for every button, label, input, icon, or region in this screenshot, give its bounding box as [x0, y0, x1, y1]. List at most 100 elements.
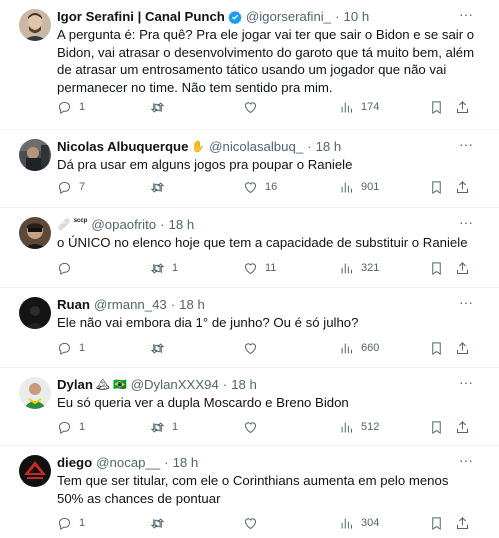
like-count: 16	[265, 181, 278, 193]
avatar[interactable]	[19, 297, 51, 329]
timestamp[interactable]: 18 h	[231, 377, 257, 393]
avatar[interactable]	[19, 377, 51, 409]
bookmark-button[interactable]	[429, 258, 444, 278]
reply-button[interactable]: 1	[57, 417, 85, 437]
avatar[interactable]	[19, 455, 51, 487]
avatar[interactable]	[19, 139, 51, 171]
views-icon	[341, 102, 352, 112]
timestamp[interactable]: 10 h	[343, 9, 369, 25]
author-name[interactable]: Ruan	[57, 297, 90, 313]
name-emoji: 🏔 🇧🇷	[95, 379, 127, 391]
more-icon[interactable]: ···	[458, 7, 474, 25]
reply-icon	[58, 342, 70, 355]
views-button[interactable]: 901	[339, 177, 379, 197]
tweet-2[interactable]: Nicolas Albuquerque ✋ @nicolasalbuq_ · 1…	[0, 130, 499, 208]
more-icon[interactable]: ···	[458, 453, 474, 471]
reply-icon	[58, 262, 70, 275]
retweet-icon	[150, 342, 165, 354]
bookmark-button[interactable]	[429, 338, 444, 358]
author-handle[interactable]: @DylanXXX94	[131, 377, 219, 393]
separator-dot: ·	[164, 455, 169, 470]
views-icon	[341, 518, 352, 528]
tweet-1[interactable]: Igor Serafini | Canal Punch @igorserafin…	[0, 0, 499, 130]
avatar[interactable]	[19, 9, 51, 41]
author-handle[interactable]: @nocap__	[96, 455, 160, 471]
name-emoji: 🩹	[57, 219, 71, 231]
bookmark-button[interactable]	[429, 513, 444, 533]
timestamp[interactable]: 18 h	[179, 297, 205, 313]
share-button[interactable]	[455, 97, 470, 117]
share-button[interactable]	[455, 258, 470, 278]
tweet-5[interactable]: Dylan 🏔 🇧🇷 @DylanXXX94 · 18 h ··· Eu só …	[0, 368, 499, 446]
author-name[interactable]: Dylan	[57, 377, 93, 393]
bookmark-icon	[432, 261, 441, 275]
timestamp[interactable]: 18 h	[169, 217, 195, 233]
author-name[interactable]: diego	[57, 455, 92, 471]
reply-button[interactable]: 1	[57, 97, 85, 117]
share-button[interactable]	[455, 417, 470, 437]
reply-button[interactable]: 1	[57, 338, 85, 358]
more-icon[interactable]: ···	[458, 375, 474, 393]
retweet-button[interactable]	[150, 177, 172, 197]
action-bar: 1 660	[57, 338, 477, 358]
more-icon[interactable]: ···	[458, 137, 474, 155]
like-button[interactable]	[243, 97, 265, 117]
views-button[interactable]: 660	[339, 338, 379, 358]
name-tag: sccp	[73, 218, 88, 224]
avatar[interactable]	[19, 217, 51, 249]
bookmark-button[interactable]	[429, 417, 444, 437]
separator-dot: ·	[335, 9, 340, 24]
like-button[interactable]	[243, 513, 265, 533]
views-icon	[341, 422, 352, 432]
retweet-button[interactable]	[150, 513, 172, 533]
like-button[interactable]: 11	[243, 258, 276, 278]
share-icon	[457, 180, 468, 193]
views-button[interactable]: 512	[339, 417, 379, 437]
separator-dot: ·	[160, 217, 165, 232]
retweet-button[interactable]	[150, 338, 172, 358]
tweet-text: Tem que ser titular, com ele o Corinthia…	[57, 473, 449, 506]
more-icon[interactable]: ···	[458, 295, 474, 313]
timestamp[interactable]: 18 h	[173, 455, 199, 471]
reply-button[interactable]: 1	[57, 513, 85, 533]
author-name[interactable]: Nicolas Albuquerque	[57, 139, 188, 155]
reply-icon	[58, 421, 70, 434]
bookmark-button[interactable]	[429, 97, 444, 117]
author-handle[interactable]: @opaofrito	[91, 217, 156, 233]
more-icon[interactable]: ···	[458, 215, 474, 233]
author-handle[interactable]: @rmann_43	[94, 297, 167, 313]
views-icon	[341, 263, 352, 273]
retweet-icon	[150, 421, 165, 433]
reply-count: 1	[79, 421, 86, 433]
like-icon	[244, 517, 257, 529]
reply-icon	[58, 181, 70, 194]
tweet-4[interactable]: Ruan @rmann_43 · 18 h ··· Ele não vai em…	[0, 288, 499, 368]
share-button[interactable]	[455, 513, 470, 533]
views-button[interactable]: 174	[339, 97, 379, 117]
bookmark-button[interactable]	[429, 177, 444, 197]
bookmark-icon	[432, 180, 441, 194]
retweet-button[interactable]: 1	[150, 258, 178, 278]
share-button[interactable]	[455, 338, 470, 358]
like-button[interactable]: 16	[243, 177, 277, 197]
tweet-6[interactable]: diego @nocap__ · 18 h ··· Tem que ser ti…	[0, 446, 499, 538]
author-handle[interactable]: @igorserafini_	[246, 9, 331, 25]
reply-button[interactable]	[57, 258, 79, 278]
like-icon	[244, 342, 257, 354]
like-button[interactable]	[243, 417, 265, 437]
author-handle[interactable]: @nicolasalbuq_	[209, 139, 303, 155]
like-button[interactable]	[243, 338, 265, 358]
views-button[interactable]: 304	[339, 513, 379, 533]
timestamp[interactable]: 18 h	[316, 139, 342, 155]
action-bar: 1 1 512	[57, 417, 477, 437]
tweet-3[interactable]: 🩹 sccp @opaofrito · 18 h ··· o ÚNICO no …	[0, 208, 499, 288]
views-button[interactable]: 321	[339, 258, 379, 278]
tweet-text: o ÚNICO no elenco hoje que tem a capacid…	[57, 235, 468, 250]
separator-dot: ·	[222, 377, 228, 392]
retweet-button[interactable]	[150, 97, 172, 117]
reply-button[interactable]: 7	[57, 177, 85, 197]
retweet-button[interactable]: 1	[150, 417, 178, 437]
reply-icon	[58, 101, 70, 114]
share-button[interactable]	[455, 177, 470, 197]
author-name[interactable]: Igor Serafini | Canal Punch	[57, 9, 225, 25]
